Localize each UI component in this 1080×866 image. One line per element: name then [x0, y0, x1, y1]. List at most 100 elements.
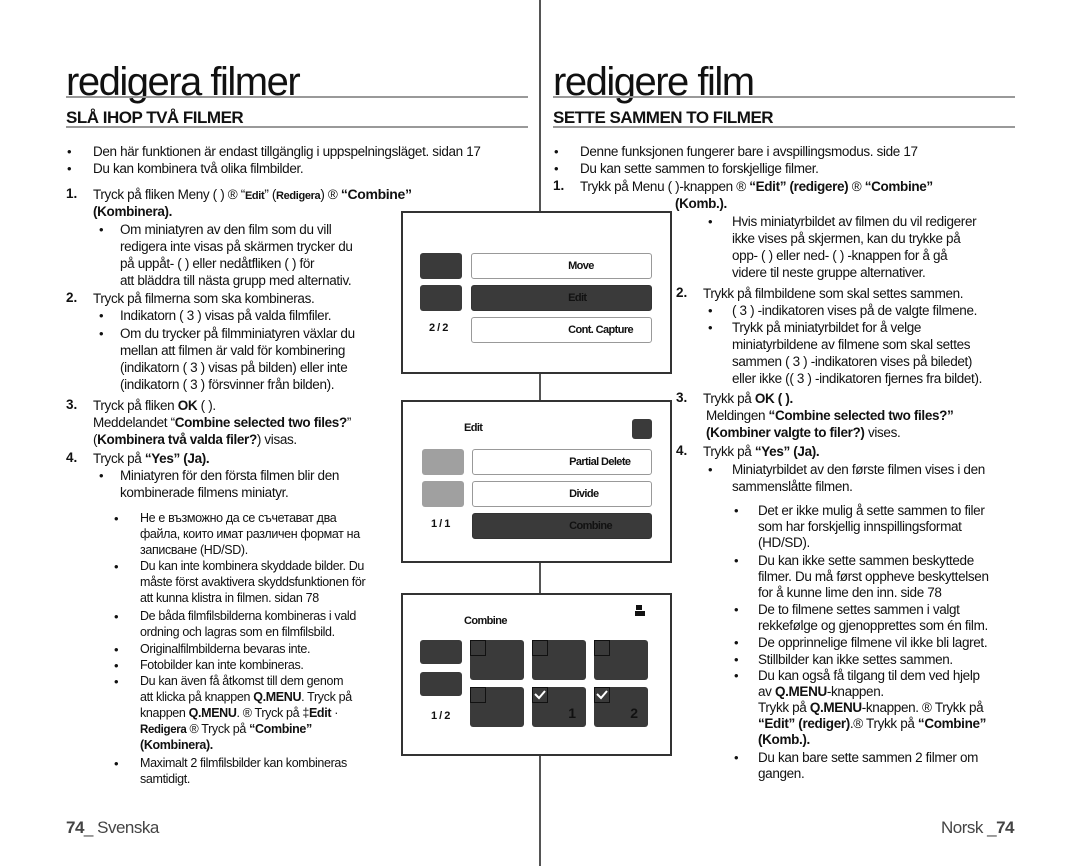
menu-move-button[interactable]: Move — [471, 253, 652, 279]
text: Tryck på fliken — [93, 398, 178, 413]
text-bold: Q.MENU — [188, 706, 237, 720]
checked-checkbox-icon[interactable] — [594, 687, 610, 703]
text: -knappen. — [826, 684, 884, 699]
partial-delete-button[interactable]: Partial Delete — [472, 449, 652, 475]
step-text: Trykk på OK ( ). — [703, 390, 793, 407]
text-bold: OK ( ). — [754, 391, 793, 406]
bullet: • — [734, 503, 739, 518]
title-rule — [553, 96, 1015, 98]
text: knappen — [140, 706, 189, 720]
step-text: Trykk på “Yes” (Ja). — [703, 443, 820, 460]
note-line: Du kan ikke sette sammen beskyttede — [758, 553, 974, 568]
bullet: • — [708, 320, 713, 335]
checkbox-icon[interactable] — [470, 640, 486, 656]
text: Trykk på Menu ( )-knappen ® — [580, 179, 750, 194]
text: _ — [987, 818, 997, 837]
note-line: Du kan også få tilgang til dem ved hjelp — [758, 668, 980, 683]
text: ) ® — [320, 187, 341, 202]
edit-screen-illustration: Edit 1 / 1 Partial Delete Divide Combine — [401, 400, 672, 563]
text-line: sammenslåtte filmen. — [732, 479, 853, 494]
section-heading: SLÅ IHOP TVÅ FILMER — [66, 108, 244, 127]
video-thumbnail[interactable]: 2 — [594, 687, 648, 727]
page-footer: 74_ Svenska — [66, 818, 159, 838]
note-line: записване (HD/SD). — [140, 543, 248, 557]
text: . ® Tryck på ‡ — [236, 706, 310, 720]
text: vises. — [864, 425, 901, 440]
text-line: redigera inte visas på skärmen trycker d… — [120, 239, 353, 254]
bullet: • — [99, 326, 104, 341]
down-tab[interactable] — [420, 672, 462, 696]
text: -knappen. ® Trykk på — [861, 700, 984, 715]
checked-checkbox-icon[interactable] — [532, 687, 548, 703]
combine-screen-illustration: Combine 1 / 2 1 2 — [401, 593, 672, 756]
text-line: (indikatorn ( 3 ) försvinner från bilden… — [120, 377, 335, 392]
video-thumbnail[interactable] — [470, 687, 524, 727]
note-line: (HD/SD). — [758, 535, 810, 550]
text: ® Tryck på — [186, 722, 250, 736]
step-number: 2. — [676, 285, 688, 300]
note-line: файла, които имат различен формат на — [140, 527, 360, 541]
heading-rule — [66, 126, 528, 128]
combine-button[interactable]: Combine — [472, 513, 652, 539]
bullet: • — [554, 144, 559, 159]
text: att klicka på knappen — [140, 690, 254, 704]
ok-icon[interactable] — [635, 605, 645, 617]
page-indicator: 2 / 2 — [429, 322, 448, 334]
bullet: • — [708, 214, 713, 229]
text-bold: Edit — [244, 190, 265, 202]
checkbox-icon[interactable] — [594, 640, 610, 656]
text: Trykk på — [703, 391, 755, 406]
text-bold: Q.MENU — [253, 690, 302, 704]
heading-rule — [553, 126, 1015, 128]
down-tab[interactable] — [420, 285, 462, 311]
step-text: Tryck på fliken OK ( ). — [93, 397, 216, 414]
text-bold: Edit — [308, 706, 332, 720]
menu-cont-capture-button[interactable]: Cont. Capture — [471, 317, 652, 343]
video-thumbnail[interactable] — [532, 640, 586, 680]
note-line: Det er ikke mulig å sette sammen to file… — [758, 503, 985, 518]
text-line: miniatyrbildene av filmene som skal sett… — [732, 337, 971, 352]
note-line: Du kan även få åtkomst till dem genom — [140, 674, 344, 688]
text: .® Trykk på — [849, 716, 918, 731]
video-thumbnail[interactable] — [470, 640, 524, 680]
text-bold: Q.MENU — [774, 684, 827, 699]
language-label: Svenska — [97, 818, 159, 837]
bullet: • — [734, 668, 739, 683]
step-number: 3. — [676, 390, 688, 405]
text-bold: Q.MENU — [809, 700, 862, 715]
note-line: att klicka på knappen Q.MENU. Tryck på — [140, 689, 352, 705]
page-footer: Norsk _74 — [940, 818, 1015, 838]
up-tab[interactable] — [420, 640, 462, 664]
note-line: av Q.MENU-knappen. — [758, 683, 884, 700]
divide-button[interactable]: Divide — [472, 481, 652, 507]
step-number: 3. — [66, 397, 78, 412]
note-line: Du kan inte kombinera skyddade bilder. D… — [140, 559, 364, 573]
back-button[interactable] — [632, 419, 652, 439]
bullet: • — [67, 144, 72, 159]
text-bold: Combine selected two files? — [174, 415, 347, 430]
page-indicator: 1 / 1 — [431, 518, 450, 530]
text-bold: “Yes” (Ja). — [144, 451, 210, 466]
note-line: (Kombinera). — [140, 738, 213, 752]
bullet: • — [99, 468, 104, 483]
note-line: Не е възможно да се съчетават два — [140, 511, 337, 525]
text-line: att bläddra till nästa grupp med alterna… — [120, 273, 352, 288]
step-number: 2. — [66, 290, 78, 305]
note-line: Stillbilder kan ikke settes sammen. — [758, 652, 953, 667]
menu-edit-button[interactable]: Edit — [471, 285, 652, 311]
language-label: Norsk — [940, 818, 988, 837]
text-line: opp- ( ) eller ned- ( ) -knappen for å g… — [732, 248, 948, 263]
note-line: Originalfilmbilderna bevaras inte. — [140, 642, 311, 656]
text-line: på uppåt- ( ) eller nedåtfliken ( ) för — [120, 256, 315, 271]
note-line: knappen Q.MENU. ® Tryck på ‡Edit · — [140, 705, 338, 721]
step-text: (Kombinera två valda filer?) visas. — [93, 431, 297, 448]
text-line: kombinerade filmens miniatyr. — [120, 485, 289, 500]
video-thumbnail[interactable]: 1 — [532, 687, 586, 727]
checkbox-icon[interactable] — [470, 687, 486, 703]
checkbox-icon[interactable] — [532, 640, 548, 656]
note-line: De opprinnelige filmene vil ikke bli lag… — [758, 635, 988, 650]
screen-title: Combine — [464, 615, 507, 627]
section-heading: SETTE SAMMEN TO FILMER — [553, 108, 774, 127]
video-thumbnail[interactable] — [594, 640, 648, 680]
up-tab[interactable] — [420, 253, 462, 279]
